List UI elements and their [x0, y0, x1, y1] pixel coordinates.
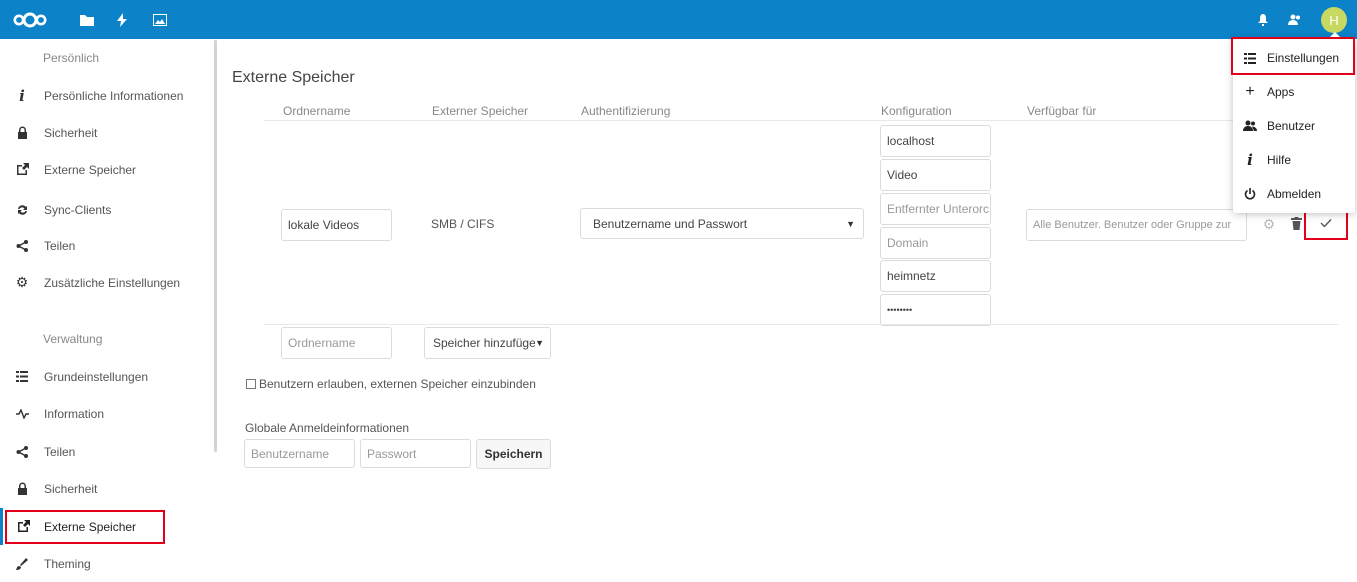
share-icon — [0, 239, 44, 252]
table-header-divider — [264, 120, 1339, 121]
settings-list-icon — [0, 371, 44, 382]
sidebar-item-label: Teilen — [44, 238, 76, 253]
global-password-input[interactable]: Passwort — [360, 439, 471, 468]
chevron-down-icon: ▼ — [846, 218, 855, 229]
new-folder-name-input[interactable]: Ordnername — [281, 327, 392, 359]
sidebar-item-label: Persönliche Informationen — [44, 88, 184, 103]
lock-icon — [0, 482, 44, 495]
sidebar-item-label: Grundeinstellungen — [44, 369, 149, 384]
menu-item-users[interactable]: Benutzer — [1233, 109, 1355, 143]
table-row-divider — [264, 324, 1339, 325]
menu-item-label: Hilfe — [1267, 153, 1292, 167]
users-icon — [1233, 120, 1267, 132]
menu-item-help[interactable]: i Hilfe — [1233, 143, 1355, 177]
sidebar-item-basic-settings[interactable]: Grundeinstellungen — [0, 358, 210, 395]
auth-select-value: Benutzername und Passwort — [593, 216, 748, 231]
gear-icon: ⚙ — [15, 274, 29, 290]
avatar[interactable]: H — [1321, 7, 1347, 33]
nextcloud-logo-icon[interactable] — [12, 0, 48, 39]
sidebar-item-information[interactable]: Information — [0, 395, 210, 432]
config-domain-input[interactable]: Domain — [880, 227, 991, 259]
gear-icon[interactable]: ⚙ — [1262, 217, 1276, 231]
activity-icon — [0, 408, 44, 419]
external-link-icon — [0, 163, 44, 176]
personal-heading: Persönlich — [43, 51, 100, 65]
menu-item-label: Benutzer — [1267, 119, 1316, 133]
auth-select[interactable]: Benutzername und Passwort ▼ — [580, 208, 864, 239]
column-header-auth: Authentifizierung — [581, 104, 671, 118]
sidebar-item-sharing-admin[interactable]: Teilen — [0, 433, 210, 470]
storage-type-text: SMB / CIFS — [431, 217, 495, 231]
sidebar-item-label: Theming — [44, 556, 91, 571]
sidebar-item-security-admin[interactable]: Sicherheit — [0, 470, 210, 507]
menu-item-logout[interactable]: Abmelden — [1233, 177, 1355, 211]
allow-users-label: Benutzern erlauben, externen Speicher ei… — [259, 377, 536, 391]
share-icon — [0, 445, 44, 458]
sidebar-item-external-storage[interactable]: Externe Speicher — [0, 151, 210, 188]
sidebar-scrollbar[interactable] — [214, 40, 217, 452]
top-header: H — [0, 0, 1357, 39]
config-username-input[interactable]: heimnetz — [880, 260, 991, 292]
column-header-config: Konfiguration — [881, 104, 952, 118]
allow-users-checkbox[interactable] — [246, 379, 256, 389]
sidebar-item-sharing[interactable]: Teilen — [0, 227, 210, 264]
admin-heading: Verwaltung — [43, 332, 103, 346]
sidebar-item-label: Zusätzliche Einstellungen — [44, 275, 181, 290]
sidebar-item-label: Sicherheit — [44, 481, 98, 496]
column-header-available: Verfügbar für — [1027, 104, 1097, 118]
sidebar-item-label: Sicherheit — [44, 125, 98, 140]
trash-icon[interactable] — [1291, 217, 1303, 231]
add-storage-label: Speicher hinzufüge — [433, 336, 536, 350]
config-share-input[interactable]: Video — [880, 159, 991, 191]
column-header-storage: Externer Speicher — [432, 104, 529, 118]
files-icon[interactable] — [77, 0, 97, 39]
menu-item-label: Abmelden — [1267, 187, 1322, 201]
page-title: Externe Speicher — [232, 69, 355, 86]
plus-icon: + — [1245, 83, 1255, 100]
chevron-down-icon: ▼ — [535, 338, 544, 348]
notifications-icon[interactable] — [1253, 0, 1273, 39]
sidebar-item-security[interactable]: Sicherheit — [0, 114, 210, 151]
sidebar-item-label: Information — [44, 406, 105, 421]
config-password-input[interactable]: •••••••• — [880, 294, 991, 326]
column-header-folder: Ordnername — [283, 104, 351, 118]
highlight-box-settings — [1231, 37, 1355, 75]
lock-icon — [0, 126, 44, 139]
sync-icon — [0, 204, 44, 216]
theming-icon — [0, 557, 44, 570]
info-icon: i — [1247, 151, 1253, 169]
activity-icon[interactable] — [112, 0, 132, 39]
folder-name-input[interactable]: lokale Videos — [281, 209, 392, 241]
global-username-input[interactable]: Benutzername — [244, 439, 355, 468]
menu-item-apps[interactable]: + Apps — [1233, 75, 1355, 109]
info-icon: i — [19, 86, 25, 105]
gallery-icon[interactable] — [150, 0, 170, 39]
menu-item-label: Apps — [1267, 85, 1295, 99]
sidebar-item-additional-settings[interactable]: ⚙ Zusätzliche Einstellungen — [0, 264, 210, 301]
global-credentials-heading: Globale Anmeldeinformationen — [245, 421, 410, 435]
avatar-letter: H — [1329, 12, 1339, 28]
contacts-icon[interactable] — [1285, 0, 1305, 39]
sidebar-item-theming[interactable]: Theming — [0, 545, 210, 582]
save-credentials-button[interactable]: Speichern — [476, 439, 551, 469]
sidebar-item-label: Externe Speicher — [44, 162, 137, 177]
add-storage-select[interactable]: Speicher hinzufüge ▼ — [424, 327, 551, 359]
config-host-input[interactable]: localhost — [880, 125, 991, 157]
sidebar-item-sync-clients[interactable]: Sync-Clients — [0, 191, 210, 228]
sidebar-item-personal-info[interactable]: i Persönliche Informationen — [0, 77, 210, 114]
power-icon — [1233, 188, 1267, 200]
sidebar-item-label: Sync-Clients — [44, 202, 112, 217]
available-for-input[interactable]: Alle Benutzer. Benutzer oder Gruppe zur — [1026, 209, 1247, 241]
config-subfolder-input[interactable]: Entfernter Unterorc — [880, 193, 991, 225]
highlight-box-sidebar — [5, 510, 165, 544]
sidebar-item-label: Teilen — [44, 444, 76, 459]
